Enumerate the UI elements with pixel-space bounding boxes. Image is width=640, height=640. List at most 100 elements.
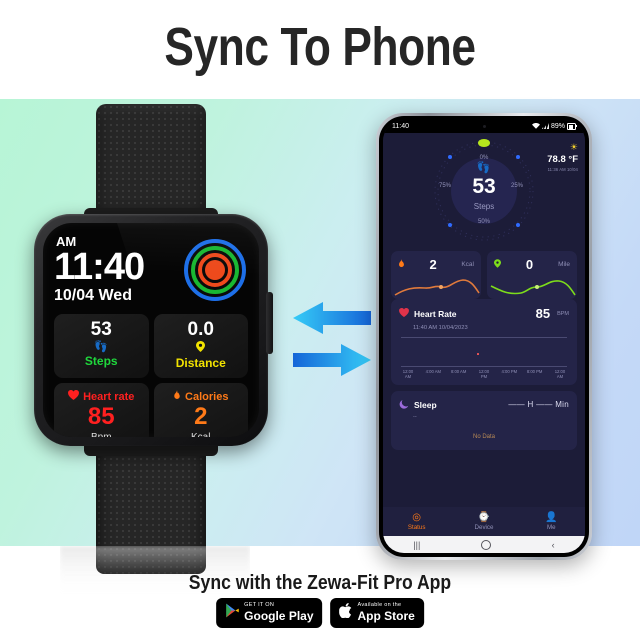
distance-card[interactable]: 0 Mile [487,251,577,299]
calories-sparkline [394,279,480,296]
watch-heart-rate-tile[interactable]: Heart rate 85 Bpm [54,383,149,437]
calories-value: 2 [429,257,437,272]
flame-icon [398,259,405,270]
activity-rings-icon [184,239,246,301]
watch-hr-value: 85 [87,403,115,431]
watch-cal-value: 2 [194,403,208,431]
status-rings-icon: ◎ [412,511,422,523]
watch-strap-top [96,104,206,222]
heart-rate-unit: BPM [557,310,569,317]
app-store-badge[interactable]: Available on the App Store [330,598,424,628]
distance-sparkline [490,280,576,296]
tab-status[interactable]: ◎ Status [383,512,450,532]
sleep-duration: —— H —— Min [508,400,569,409]
poster: Sync To Phone AM 11:40 10/04 Wed 53 👣 St… [0,0,640,640]
watch-stats-row-2: Heart rate 85 Bpm Calories [54,383,248,437]
phone-content: ☀ 78.8 °F 11:36 AM 10/04 0% 25% 50% 75% … [383,133,585,536]
ring-tick-0: 0% [479,155,489,161]
heart-rate-title: Heart Rate [414,308,457,319]
android-nav-bar: ||| ‹ [383,536,585,553]
arrow-right [293,344,371,376]
store-badges: GET IT ON Google Play Available on the A… [216,598,424,628]
bottom-tab-bar: ◎ Status ⌚ Device 👤 Me [383,507,585,536]
watch-screen[interactable]: AM 11:40 10/04 Wed 53 👣 Steps 0.0 Distan… [43,223,259,437]
heart-icon [68,390,80,403]
battery-percent: 89% [550,123,565,130]
status-bar-time: 11:40 [392,123,409,130]
back-icon[interactable]: ‹ [552,540,555,550]
watch-icon: ⌚ [477,511,491,523]
page-title: Sync To Phone [164,17,476,77]
hr-tick: 4:00 PM [501,369,518,374]
weather-timestamp: 11:36 AM 10/04 [547,167,578,172]
tab-device[interactable]: ⌚ Device [450,512,517,532]
hr-tick: 4:00 AM [425,369,442,374]
sleep-no-data: No Data [472,433,495,440]
camera-notch [447,120,521,133]
arrow-left [293,302,371,334]
watch-distance-value: 0.0 [187,319,214,340]
moon-icon [399,399,409,411]
watch-distance-label: Distance [175,356,226,371]
distance-value: 0 [525,257,534,272]
weather-widget: ☀ 78.8 °F 11:36 AM 10/04 [547,142,578,173]
steps-value: 53 [472,174,496,198]
heart-rate-axis: 12:00 AM 4:00 AM 8:00 AM 12:00 PM 4:00 P… [399,369,569,380]
watch-side-button[interactable] [266,292,273,354]
watch-hr-label: Heart rate [83,390,135,403]
sync-arrows [293,302,371,376]
smartwatch: AM 11:40 10/04 Wed 53 👣 Steps 0.0 Distan… [22,104,273,574]
tab-status-label: Status [407,524,426,532]
heart-rate-value: 85 [535,306,551,321]
tab-device-label: Device [474,524,494,532]
sun-icon: ☀ [569,142,578,152]
calories-unit: Kcal [461,261,474,268]
watch-steps-label: Steps [84,354,118,369]
tab-me-label: Me [547,524,556,532]
watch-cal-label: Calories [185,390,229,403]
watch-stats-row-1: 53 👣 Steps 0.0 Distance [54,314,248,379]
smartphone: 11:40 89% ☀ 78.8 °F 11:36 AM 10/04 0% 25… [376,113,592,560]
apple-icon [339,603,353,623]
hr-tick: 12:00 AM [554,369,566,380]
distance-unit: Mile [558,261,570,268]
home-icon[interactable] [481,539,491,550]
appstore-badge-large: App Store [357,608,415,623]
watch-steps-value: 53 [90,319,112,340]
hr-tick: 12:00 AM [402,369,414,380]
heart-rate-chart [399,335,569,367]
hr-tick: 8:00 AM [450,369,467,374]
footprints-icon: 👣 [94,340,109,353]
tab-me[interactable]: 👤 Me [518,512,585,532]
recents-icon[interactable]: ||| [413,540,420,550]
watch-cal-unit: Kcal [158,432,245,437]
battery-icon [567,123,577,130]
watch-hr-unit: Bpm [58,432,145,437]
heart-icon [399,308,409,319]
ring-tick-50: 50% [477,219,491,225]
hr-tick: 8:00 PM [526,369,543,374]
watch-case: AM 11:40 10/04 Wed 53 👣 Steps 0.0 Distan… [34,214,273,446]
sleep-sub: -- [413,413,417,420]
steps-label: Steps [473,202,495,212]
steps-ring-section[interactable]: ☀ 78.8 °F 11:36 AM 10/04 0% 25% 50% 75% … [383,133,585,251]
calories-card[interactable]: 2 Kcal [391,251,481,299]
mini-cards-row: 2 Kcal 0 Mile [391,251,577,299]
footprints-icon: 👣 [476,161,492,174]
watch-calories-tile[interactable]: Calories 2 Kcal [153,383,248,437]
phone-screen[interactable]: 11:40 89% ☀ 78.8 °F 11:36 AM 10/04 0% 25… [383,120,585,553]
footer-title: Sync with the Zewa-Fit Pro App [188,572,452,594]
watch-steps-tile[interactable]: 53 👣 Steps [54,314,149,379]
person-icon: 👤 [545,511,558,523]
location-pin-icon [158,340,245,356]
heart-rate-card[interactable]: Heart Rate 85 BPM 11:40 AM 10/04/2023 12… [391,299,577,385]
google-play-badge[interactable]: GET IT ON Google Play [216,598,323,628]
phone-status-bar: 11:40 89% [383,120,585,133]
heart-rate-timestamp: 11:40 AM 10/04/2023 [413,325,468,331]
weather-temperature: 78.8 °F [547,154,578,165]
sleep-card[interactable]: Sleep —— H —— Min -- No Data [391,390,577,450]
play-triangle-icon [225,603,239,623]
play-badge-large: Google Play [244,608,314,623]
wifi-icon [531,122,540,131]
watch-distance-tile[interactable]: 0.0 Distance [153,314,248,379]
